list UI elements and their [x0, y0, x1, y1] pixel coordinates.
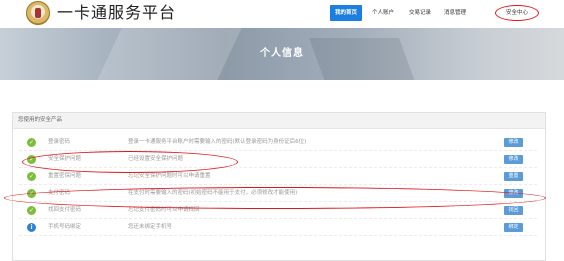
- nav-item-messages[interactable]: 消息管理: [439, 5, 471, 21]
- product-name: 安全保护问题: [48, 156, 82, 162]
- security-products-panel: 您使用的安全产品 ✓ 登录密码 登录一卡通服务平台账户时需要输入的密码(默认登录…: [12, 112, 546, 261]
- nav-item-transactions[interactable]: 交易记录: [404, 5, 436, 21]
- product-description: 您还未绑定手机号: [128, 224, 173, 230]
- product-name: 重置密保问题: [48, 173, 82, 179]
- product-description: 登录一卡通服务平台账户时需要输入的密码(默认登录密码为身份证后6位): [128, 139, 307, 145]
- check-icon: ✓: [27, 172, 36, 181]
- check-icon: ✓: [27, 155, 36, 164]
- list-item-security-question: ✓ 安全保护问题 已经设置安全保护问题 修改: [19, 152, 537, 168]
- product-name: 找回支付密码: [48, 207, 82, 213]
- header: 一卡通服务平台 我的首页 个人账户 交易记录 消息管理 安全中心: [0, 0, 564, 28]
- modify-button[interactable]: 修改: [504, 155, 523, 164]
- recover-button[interactable]: 找回: [504, 206, 523, 215]
- product-description: 在支付时需要输入的密码(初始密码不能用于支付，必须修改才能使用): [128, 190, 298, 196]
- product-name: 登录密码: [48, 139, 71, 145]
- list-item-phone-binding: i 手机号码绑定 您还未绑定手机号 绑定: [19, 220, 537, 236]
- product-name: 支付密码: [48, 190, 71, 196]
- security-product-list: ✓ 登录密码 登录一卡通服务平台账户时需要输入的密码(默认登录密码为身份证后6位…: [19, 135, 537, 237]
- nav-item-security-center[interactable]: 安全中心: [495, 5, 539, 21]
- product-description: 忘记安全保护问题时可以申请重置: [128, 173, 211, 179]
- modify-button[interactable]: 修改: [504, 189, 523, 198]
- list-item-login-password: ✓ 登录密码 登录一卡通服务平台账户时需要输入的密码(默认登录密码为身份证后6位…: [19, 135, 537, 151]
- info-icon: i: [27, 223, 36, 232]
- nav-item-home[interactable]: 我的首页: [330, 5, 362, 21]
- panel-heading: 您使用的安全产品: [13, 113, 545, 129]
- check-icon: ✓: [27, 138, 36, 147]
- main-nav: 我的首页 个人账户 交易记录 消息管理 安全中心: [0, 5, 564, 21]
- product-name: 手机号码绑定: [48, 224, 82, 230]
- check-icon: ✓: [27, 206, 36, 215]
- check-icon: ✓: [27, 189, 36, 198]
- reset-button[interactable]: 重置: [504, 172, 523, 181]
- product-description: 忘记支付密码时可以申请找回: [128, 207, 200, 213]
- page-title: 个人信息: [260, 48, 304, 59]
- nav-item-account[interactable]: 个人账户: [367, 5, 399, 21]
- modify-button[interactable]: 修改: [504, 138, 523, 147]
- list-item-payment-password: ✓ 支付密码 在支付时需要输入的密码(初始密码不能用于支付，必须修改才能使用) …: [19, 186, 537, 202]
- product-description: 已经设置安全保护问题: [128, 156, 184, 162]
- list-item-reset-security-question: ✓ 重置密保问题 忘记安全保护问题时可以申请重置 重置: [19, 169, 537, 185]
- bind-button[interactable]: 绑定: [504, 223, 523, 232]
- banner: 个人信息: [0, 28, 564, 80]
- list-item-recover-payment-password: ✓ 找回支付密码 忘记支付密码时可以申请找回 找回: [19, 203, 537, 219]
